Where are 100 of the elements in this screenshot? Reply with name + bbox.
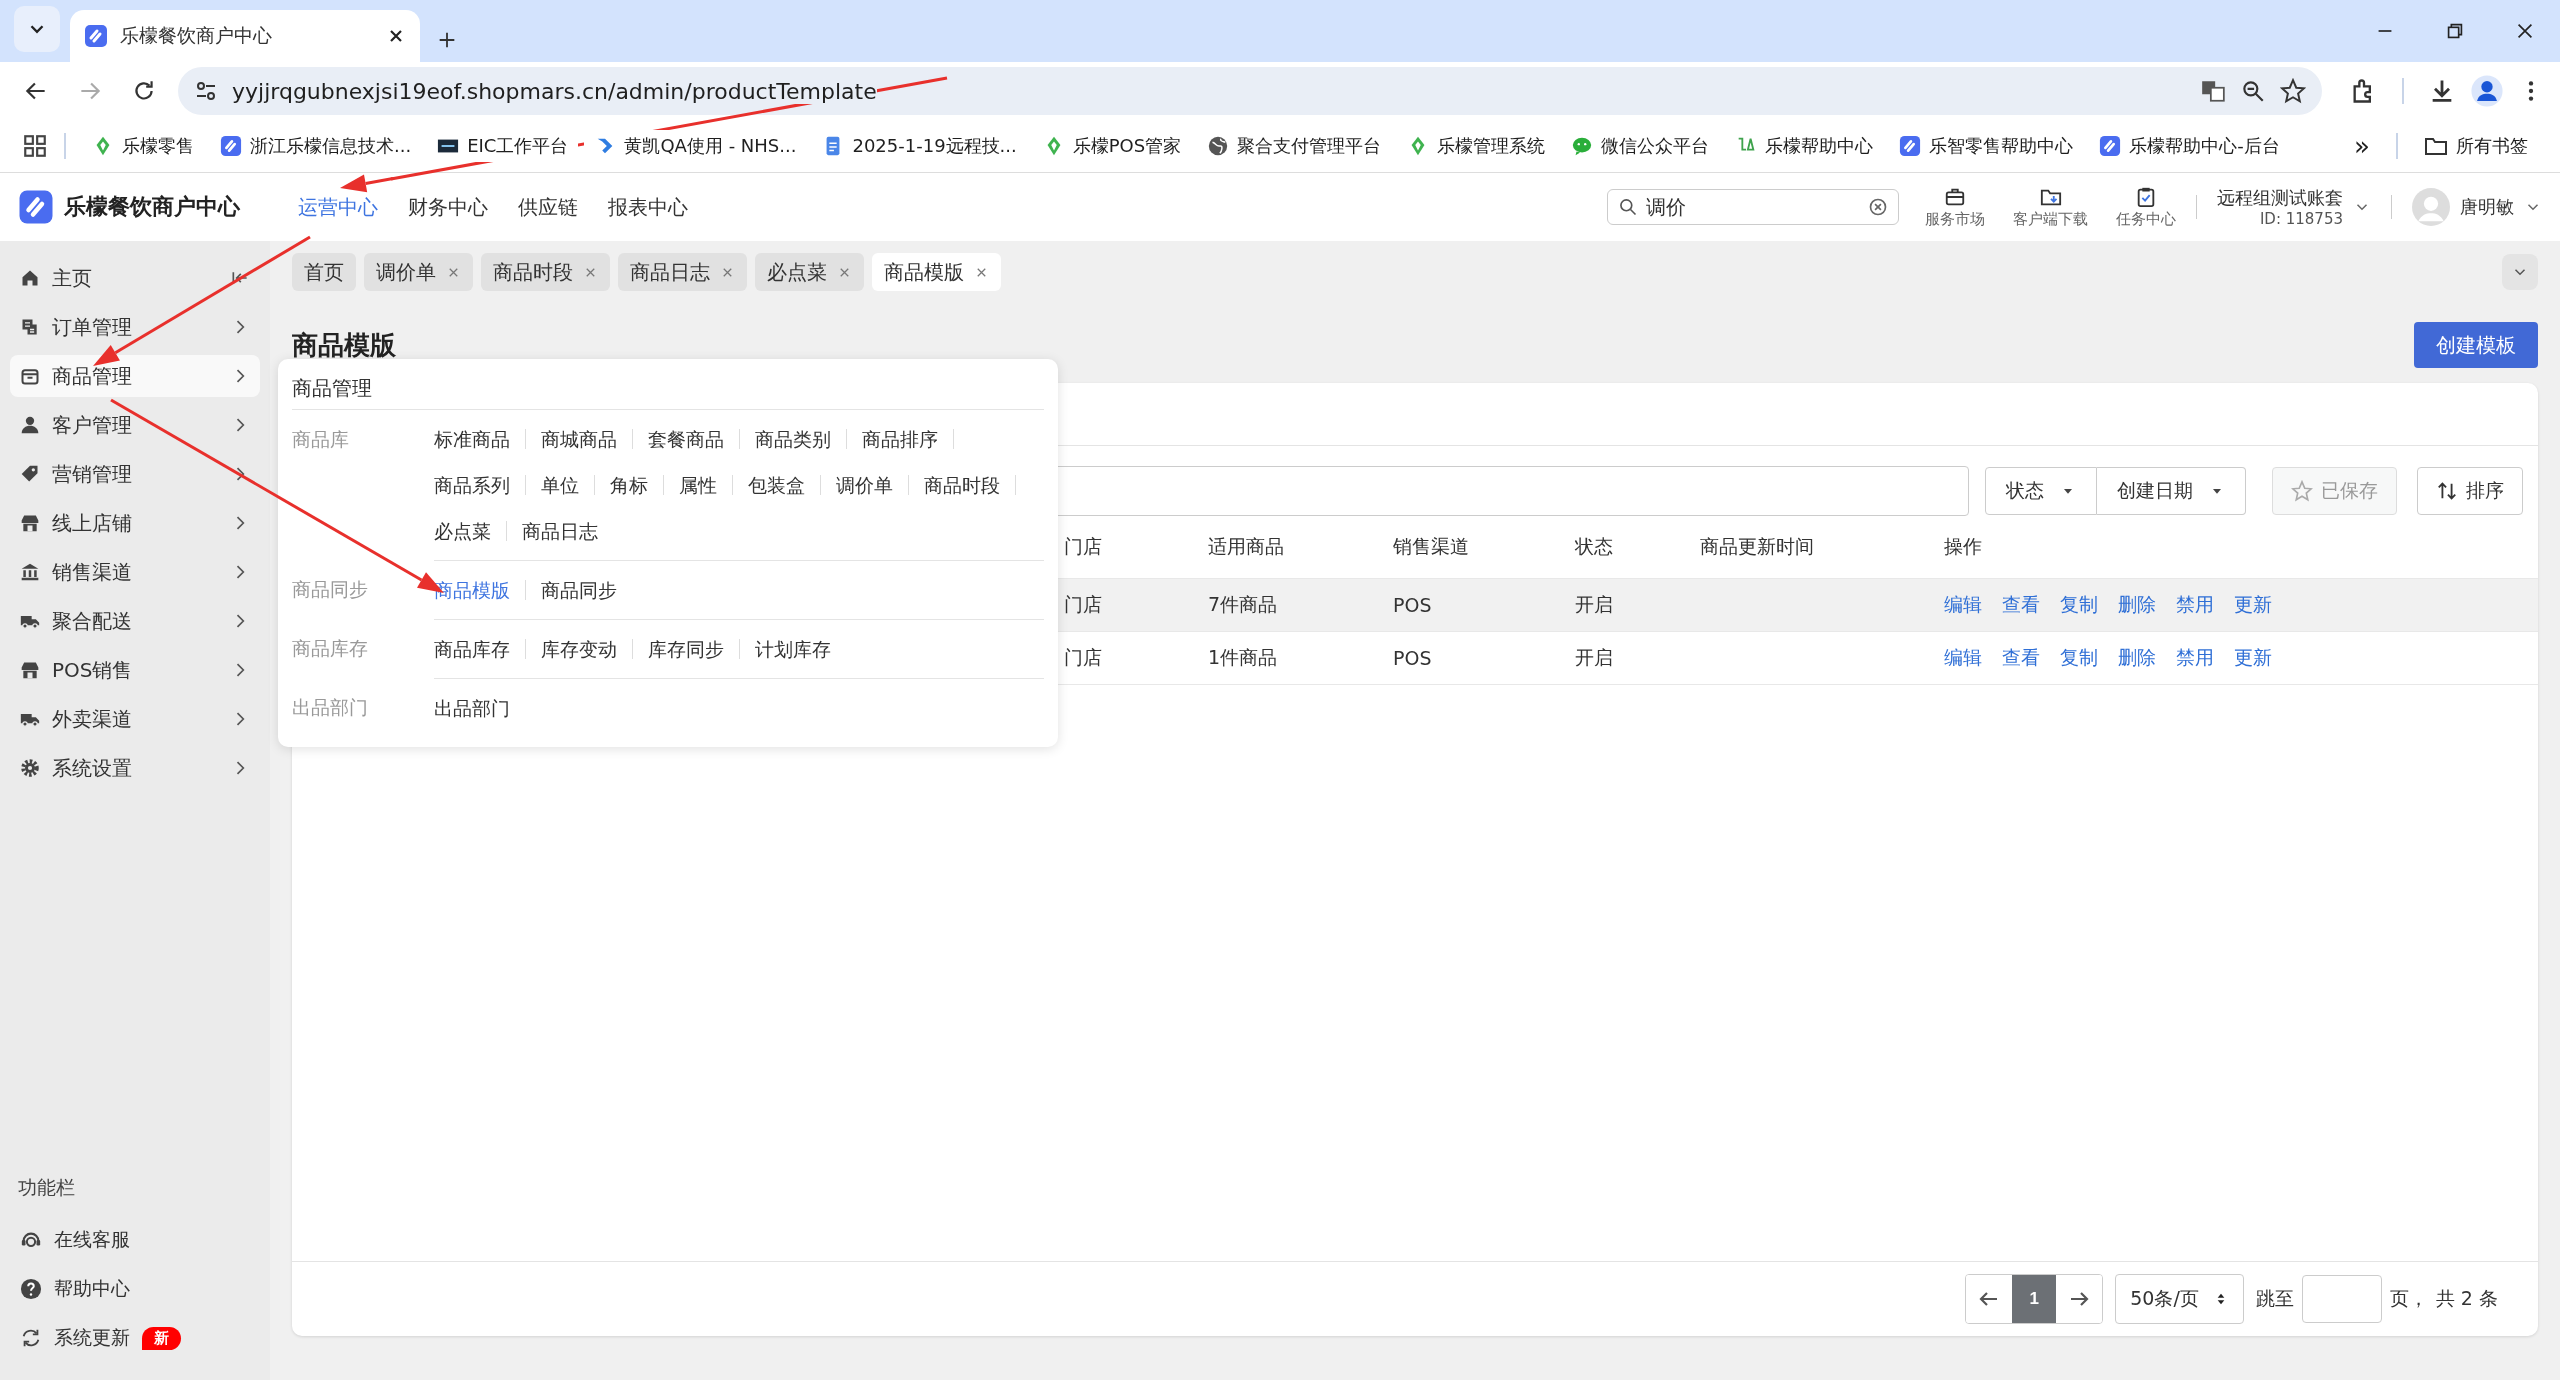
search-field[interactable]: 调价 bbox=[1607, 189, 1899, 225]
sidebar-tool[interactable]: 在线客服 bbox=[10, 1219, 260, 1261]
user-menu[interactable]: 唐明敏 bbox=[2412, 188, 2542, 226]
zoom-out-icon[interactable] bbox=[2240, 78, 2266, 104]
group-label: 商品库存 bbox=[292, 636, 369, 661]
menu-link[interactable]: 角标 bbox=[595, 475, 664, 495]
menu-link[interactable]: 库存变动 bbox=[526, 639, 633, 659]
table-cell-text: 开启 bbox=[1575, 592, 1614, 617]
column-header: 适用商品 bbox=[1208, 534, 1285, 559]
table-cell-text: 开启 bbox=[1575, 645, 1614, 670]
header-tool[interactable]: 任务中心 bbox=[2116, 185, 2176, 229]
page-tab[interactable]: 商品时段 bbox=[481, 253, 610, 291]
apps-icon[interactable] bbox=[22, 133, 48, 159]
menu-link[interactable]: 商城商品 bbox=[526, 429, 633, 449]
date-dropdown[interactable]: 创建日期 bbox=[2097, 467, 2246, 515]
action-link[interactable]: 更新 bbox=[2234, 592, 2272, 618]
status-dropdown[interactable]: 状态 bbox=[1985, 467, 2097, 515]
menu-link[interactable]: 出品部门 bbox=[419, 698, 525, 718]
sidebar-item[interactable]: 聚合配送 bbox=[10, 600, 260, 642]
menu-link[interactable]: 属性 bbox=[664, 475, 733, 495]
menu-link[interactable]: 商品同步 bbox=[526, 580, 632, 600]
sidebar-item[interactable]: 系统设置 bbox=[10, 747, 260, 789]
user-icon bbox=[20, 415, 40, 435]
create-template-button[interactable]: 创建模板 bbox=[2414, 322, 2538, 368]
sidebar-item[interactable]: 销售渠道 bbox=[10, 551, 260, 593]
action-link[interactable]: 禁用 bbox=[2176, 592, 2214, 618]
account-switcher[interactable]: 远程组测试账套 ID: 118753 bbox=[2217, 186, 2371, 228]
page-number[interactable]: 1 bbox=[2012, 1275, 2057, 1323]
menu-link[interactable]: 标准商品 bbox=[419, 429, 526, 449]
search-icon bbox=[1618, 197, 1638, 217]
sidebar-item[interactable]: 订单管理 bbox=[10, 306, 260, 348]
action-link[interactable]: 删除 bbox=[2118, 645, 2156, 671]
menu-link[interactable]: 商品库存 bbox=[419, 639, 526, 659]
app-logo-icon bbox=[1899, 135, 1922, 157]
sidebar-tool[interactable]: 帮助中心 bbox=[10, 1268, 260, 1310]
action-link[interactable]: 查看 bbox=[2002, 645, 2040, 671]
action-link[interactable]: 复制 bbox=[2060, 592, 2098, 618]
sort-icon bbox=[2436, 480, 2458, 502]
page-tab[interactable]: 商品日志 bbox=[618, 253, 747, 291]
menu-link[interactable]: 商品排序 bbox=[847, 429, 954, 449]
menu-link[interactable]: 商品时段 bbox=[909, 475, 1016, 495]
header-tool[interactable]: 客户端下载 bbox=[2013, 185, 2088, 229]
nav-tab[interactable]: 财务中心 bbox=[408, 193, 488, 221]
menu-link[interactable]: 单位 bbox=[526, 475, 595, 495]
menu-link[interactable]: 商品日志 bbox=[507, 521, 613, 541]
sidebar-item[interactable]: 营销管理 bbox=[10, 453, 260, 495]
menu-link[interactable]: 调价单 bbox=[821, 475, 909, 495]
menu-link[interactable]: 商品系列 bbox=[419, 475, 526, 495]
page-input[interactable] bbox=[2301, 1275, 2382, 1323]
page-tab[interactable]: 调价单 bbox=[364, 253, 473, 291]
clear-icon[interactable] bbox=[1868, 197, 1888, 217]
sidebar-item[interactable]: POS销售 bbox=[10, 649, 260, 691]
sidebar-item[interactable]: 线上店铺 bbox=[10, 502, 260, 544]
receipt-icon bbox=[20, 317, 40, 337]
browser-tab[interactable]: 乐檬餐饮商户中心 bbox=[70, 10, 420, 62]
menu-link[interactable]: 计划库存 bbox=[740, 639, 846, 659]
table-cell-text: POS bbox=[1393, 594, 1433, 616]
profile-icon[interactable] bbox=[2470, 74, 2504, 108]
action-link[interactable]: 删除 bbox=[2118, 592, 2156, 618]
page-size-select[interactable]: 50条/页 bbox=[2115, 1274, 2244, 1324]
sidebar-item[interactable]: 外卖渠道 bbox=[10, 698, 260, 740]
action-link[interactable]: 禁用 bbox=[2176, 645, 2214, 671]
column-header: 销售渠道 bbox=[1393, 534, 1470, 559]
page-tab[interactable]: 商品模版 bbox=[872, 253, 1001, 291]
sidebar-tool[interactable]: 系统更新 新 bbox=[10, 1317, 260, 1359]
page-tab[interactable]: 首页 bbox=[292, 253, 356, 291]
sidebar-item[interactable]: 商品管理 bbox=[10, 355, 260, 397]
star-icon[interactable] bbox=[2280, 78, 2306, 104]
app-logo-icon bbox=[18, 189, 54, 225]
action-link[interactable]: 更新 bbox=[2234, 645, 2272, 671]
sidebar-item[interactable]: 客户管理 bbox=[10, 404, 260, 446]
globe-icon bbox=[1207, 135, 1230, 157]
nav-tab[interactable]: 运营中心 bbox=[298, 193, 378, 221]
menu-link[interactable]: 商品类别 bbox=[740, 429, 847, 449]
sort-button[interactable]: 排序 bbox=[2417, 467, 2523, 515]
action-link[interactable]: 编辑 bbox=[1944, 592, 1982, 618]
menu-link[interactable]: 套餐商品 bbox=[633, 429, 740, 449]
action-link[interactable]: 编辑 bbox=[1944, 645, 1982, 671]
popup-title: 商品管理 bbox=[292, 367, 1044, 410]
sidebar-item[interactable]: 主页 bbox=[10, 257, 260, 299]
menu-link[interactable]: 库存同步 bbox=[633, 639, 740, 659]
column-header: 状态 bbox=[1575, 534, 1614, 559]
group-label: 出品部门 bbox=[292, 695, 369, 720]
menu-link[interactable]: 包装盒 bbox=[733, 475, 821, 495]
header-tool[interactable]: 服务市场 bbox=[1925, 185, 1985, 229]
menu-link[interactable]: 必点菜 bbox=[419, 521, 507, 541]
action-link[interactable]: 查看 bbox=[2002, 592, 2040, 618]
nav-tab[interactable]: 报表中心 bbox=[608, 193, 688, 221]
nav-tab[interactable]: 供应链 bbox=[518, 193, 578, 221]
chat-bubble-icon bbox=[1571, 135, 1594, 157]
page-tab[interactable]: 必点菜 bbox=[755, 253, 864, 291]
help-icon bbox=[20, 1278, 42, 1300]
group-label: 商品同步 bbox=[292, 577, 369, 602]
address-bar[interactable]: yyjjrqgubnexjsi19eof.shopmars.cn/admin/productTemplate bbox=[178, 67, 2322, 115]
translate-icon[interactable] bbox=[2200, 78, 2226, 104]
action-link[interactable]: 复制 bbox=[2060, 645, 2098, 671]
page-unit: 页， bbox=[2389, 1286, 2428, 1311]
site-settings-icon[interactable] bbox=[194, 79, 218, 103]
table-cell-text: 1件商品 bbox=[1208, 645, 1279, 670]
app-logo-icon bbox=[84, 24, 108, 48]
